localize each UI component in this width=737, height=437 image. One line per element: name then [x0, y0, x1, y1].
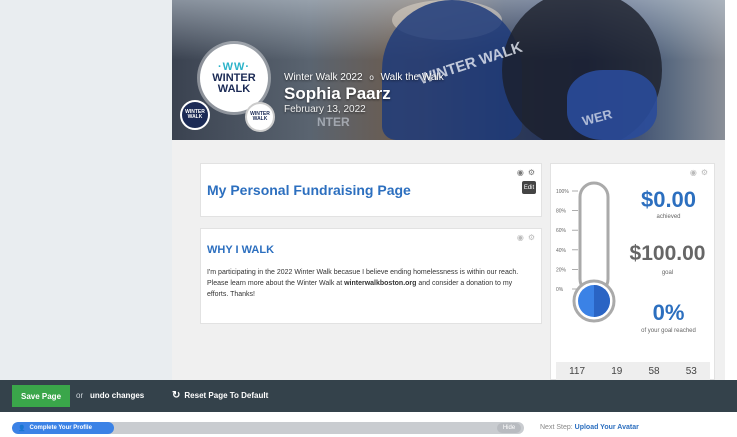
achieved-label: achieved	[656, 214, 681, 220]
why-title: WHY I WALK	[207, 244, 275, 256]
edit-button[interactable]: Edit	[522, 181, 536, 194]
hero-walker-3	[567, 70, 657, 140]
profile-progress-track: 👤 Complete Your Profile	[12, 422, 524, 434]
goal-amount: $100.00	[629, 242, 706, 265]
thermometer-gauge: 100% 80% 60% 40% 20% 0%	[556, 181, 616, 323]
card-controls: ◉ ⚙	[517, 168, 535, 177]
next-step-prefix: Next Step:	[540, 424, 573, 431]
team-badge-dark: WINTER WALK	[180, 100, 210, 130]
countdown-timer: 117 19 58 53	[556, 362, 710, 380]
hide-button[interactable]: Hide	[497, 423, 521, 433]
edit-toolbar: Save Page or undo changes ↻ Reset Page T…	[0, 380, 737, 412]
why-text: I'm participating in the 2022 Winter Wal…	[207, 267, 535, 300]
hero-meta: Winter Walk 2022 o Walk the Walk	[284, 72, 444, 83]
profile-progress-label: Complete Your Profile	[29, 425, 92, 431]
why-i-walk-card: ◉ ⚙ WHY I WALK I'm participating in the …	[200, 228, 542, 324]
participant-name: Sophia Paarz	[284, 84, 391, 103]
reset-label: Reset Page To Default	[184, 391, 269, 400]
team-name[interactable]: Walk the Walk	[381, 72, 444, 83]
eye-icon[interactable]: ◉	[690, 168, 697, 177]
event-name[interactable]: Winter Walk 2022	[284, 72, 363, 83]
fundraising-stats-card: ◉ ⚙ 100% 80% 60% 40% 20% 0% $0.00 achieved $1…	[550, 163, 715, 380]
next-step: Next Step: Upload Your Avatar	[540, 424, 639, 431]
percent-label: of your goal reached	[641, 328, 696, 334]
logo-line-2: WALK	[217, 83, 251, 95]
left-panel	[0, 0, 172, 380]
goal-label: goal	[661, 270, 674, 276]
page-title: My Personal Fundraising Page	[207, 182, 411, 198]
save-page-button[interactable]: Save Page	[12, 385, 70, 407]
thermometer-tick-label: 80%	[556, 209, 567, 215]
profile-progress-row: 👤 Complete Your Profile Hide Next Step: …	[0, 412, 737, 437]
or-text: or	[76, 391, 84, 400]
undo-changes-link[interactable]: undo changes	[90, 391, 144, 400]
hero-shirt-text-3: NTER	[317, 115, 350, 129]
thermometer-tick-label: 60%	[556, 228, 567, 234]
countdown-minutes: 58	[648, 365, 660, 377]
profile-progress-fill[interactable]: 👤 Complete Your Profile	[12, 422, 115, 434]
thermometer-tick-label: 100%	[556, 189, 569, 195]
gear-icon[interactable]: ⚙	[528, 233, 535, 242]
countdown-hours: 19	[611, 365, 623, 377]
thermometer-tick-label: 0%	[556, 287, 564, 293]
gear-icon[interactable]: ⚙	[701, 168, 708, 177]
upload-avatar-link[interactable]: Upload Your Avatar	[575, 424, 639, 431]
thermometer-tube	[578, 181, 610, 295]
page-title-card: ◉ ⚙ Edit My Personal Fundraising Page	[200, 163, 542, 217]
thermometer-tick-label: 40%	[556, 248, 567, 254]
why-link[interactable]: winterwalkboston.org	[344, 280, 416, 287]
user-icon: 👤	[18, 425, 26, 432]
thermometer-tick-label: 20%	[556, 267, 567, 273]
card-controls: ◉ ⚙	[517, 233, 535, 242]
hero-banner: WINTER WALK WER NTER ·WW· WINTER WALK WI…	[172, 0, 725, 140]
card-controls: ◉ ⚙	[690, 168, 708, 177]
eye-icon[interactable]: ◉	[517, 168, 524, 177]
gear-icon[interactable]: ⚙	[528, 168, 535, 177]
event-date: February 13, 2022	[284, 104, 366, 115]
achieved-amount: $0.00	[640, 187, 697, 212]
meta-separator: o	[369, 73, 374, 82]
reset-icon: ↻	[172, 390, 181, 401]
percent-reached: 0%	[652, 300, 685, 325]
countdown-days: 117	[569, 365, 586, 377]
eye-icon[interactable]: ◉	[517, 233, 524, 242]
team-badge-light: WINTER WALK	[245, 102, 275, 132]
countdown-seconds: 53	[685, 365, 697, 377]
reset-page-link[interactable]: ↻ Reset Page To Default	[172, 390, 268, 401]
